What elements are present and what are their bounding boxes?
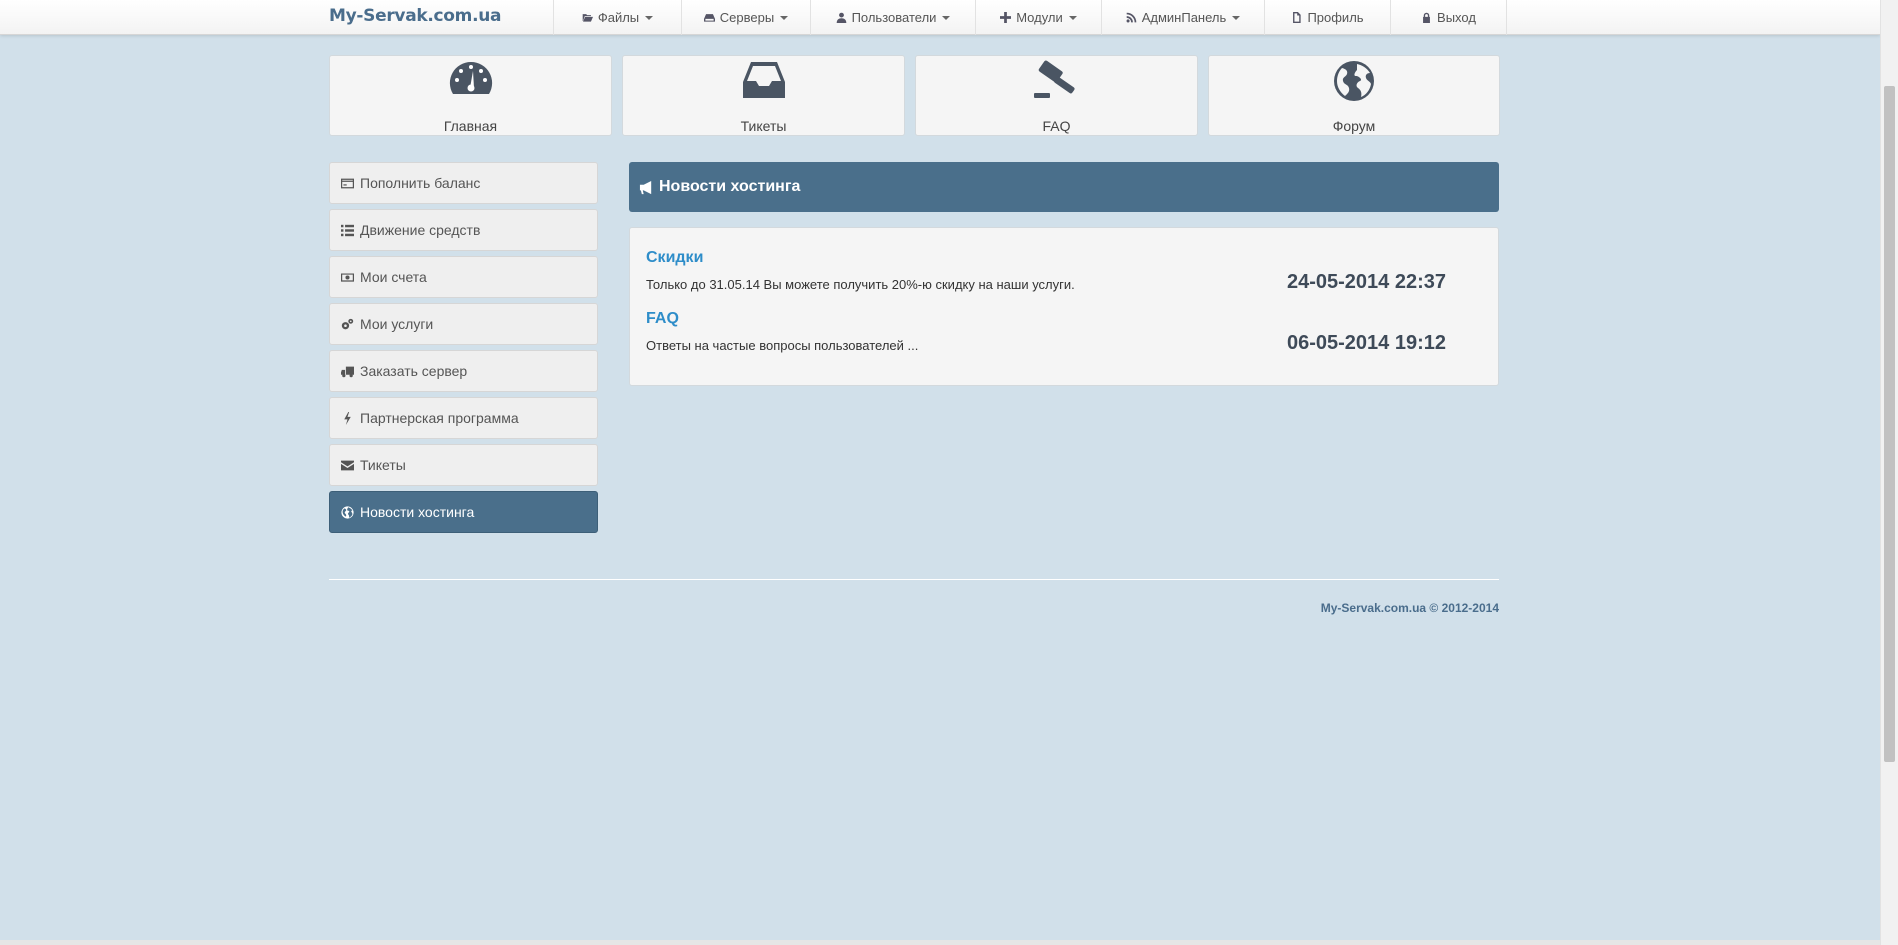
- bottom-edge: [0, 940, 1880, 945]
- chevron-down-icon: [645, 15, 654, 20]
- gavel-icon: [1033, 60, 1074, 98]
- sidebar-item-hosting-news[interactable]: Новости хостинга: [329, 491, 598, 533]
- bullhorn-icon: [639, 180, 652, 194]
- news-panel-header: Новости хостинга: [629, 162, 1499, 212]
- sidebar-menu: Пополнить баланс Движение средств Мои сч…: [329, 162, 598, 538]
- list-item: Скидки Только до 31.05.14 Вы можете полу…: [646, 249, 1486, 293]
- folder-open-icon: [582, 14, 593, 22]
- nav-item-users[interactable]: Пользователи: [810, 0, 975, 35]
- money-icon: [341, 272, 354, 282]
- chevron-down-icon: [1232, 15, 1241, 20]
- rss-icon: [1126, 12, 1137, 23]
- file-icon: [1293, 12, 1302, 23]
- tile-faq[interactable]: FAQ: [915, 55, 1198, 136]
- vertical-scrollbar[interactable]: [1880, 0, 1898, 945]
- dashboard-icon: [449, 61, 492, 94]
- nav-item-profile[interactable]: Профиль: [1264, 0, 1390, 35]
- bolt-icon: [344, 411, 351, 425]
- sidebar-item-my-services[interactable]: Мои услуги: [329, 303, 598, 345]
- nav-item-servers[interactable]: Серверы: [681, 0, 810, 35]
- news-date: 24-05-2014 22:37: [1286, 271, 1446, 293]
- news-list: Скидки Только до 31.05.14 Вы можете полу…: [629, 227, 1499, 386]
- brand-logo[interactable]: My-Servak.com.ua: [329, 6, 502, 26]
- sidebar-item-my-invoices[interactable]: Мои счета: [329, 256, 598, 298]
- shortcut-tiles: Главная Тикеты FAQ Форум: [329, 55, 1500, 136]
- sidebar-item-top-up-balance[interactable]: Пополнить баланс: [329, 162, 598, 204]
- globe-icon: [341, 505, 354, 519]
- sidebar-item-tickets[interactable]: Тикеты: [329, 444, 598, 486]
- chevron-down-icon: [1068, 15, 1077, 20]
- cogs-icon: [341, 318, 354, 329]
- nav-menu: Файлы Серверы Пользователи Модули АдминП…: [553, 0, 1507, 35]
- lock-icon: [1423, 12, 1430, 23]
- footer-copyright: My-Servak.com.ua © 2012-2014: [1320, 601, 1499, 615]
- sidebar-item-transactions[interactable]: Движение средств: [329, 209, 598, 251]
- truck-icon: [341, 366, 354, 377]
- footer-divider: [329, 579, 1499, 580]
- nav-item-admin-panel[interactable]: АдминПанель: [1101, 0, 1264, 35]
- list-item: FAQ Ответы на частые вопросы пользовател…: [646, 310, 1486, 354]
- credit-card-icon: [341, 178, 354, 188]
- chevron-down-icon: [780, 15, 789, 20]
- nav-item-modules[interactable]: Модули: [975, 0, 1101, 35]
- inbox-icon: [742, 62, 785, 98]
- globe-icon: [1334, 61, 1374, 101]
- top-navbar: My-Servak.com.ua Файлы Серверы Пользоват…: [0, 0, 1880, 35]
- nav-item-files[interactable]: Файлы: [553, 0, 681, 35]
- list-icon: [341, 224, 354, 236]
- tile-tickets[interactable]: Тикеты: [622, 55, 905, 136]
- user-icon: [836, 12, 846, 23]
- tile-forum[interactable]: Форум: [1208, 55, 1500, 136]
- sidebar-item-order-server[interactable]: Заказать сервер: [329, 350, 598, 392]
- news-date: 06-05-2014 19:12: [1286, 332, 1446, 354]
- scrollbar-thumb[interactable]: [1884, 86, 1895, 762]
- hdd-icon: [703, 14, 715, 22]
- page-title: Новости хостинга: [659, 178, 801, 195]
- sidebar-item-affiliate-program[interactable]: Партнерская программа: [329, 397, 598, 439]
- plus-icon: [1000, 12, 1012, 23]
- envelope-icon: [341, 460, 354, 470]
- news-title-link[interactable]: Скидки: [646, 249, 1486, 267]
- nav-item-logout[interactable]: Выход: [1390, 0, 1507, 35]
- tile-home[interactable]: Главная: [329, 55, 612, 136]
- news-title-link[interactable]: FAQ: [646, 310, 1486, 328]
- chevron-down-icon: [942, 15, 951, 20]
